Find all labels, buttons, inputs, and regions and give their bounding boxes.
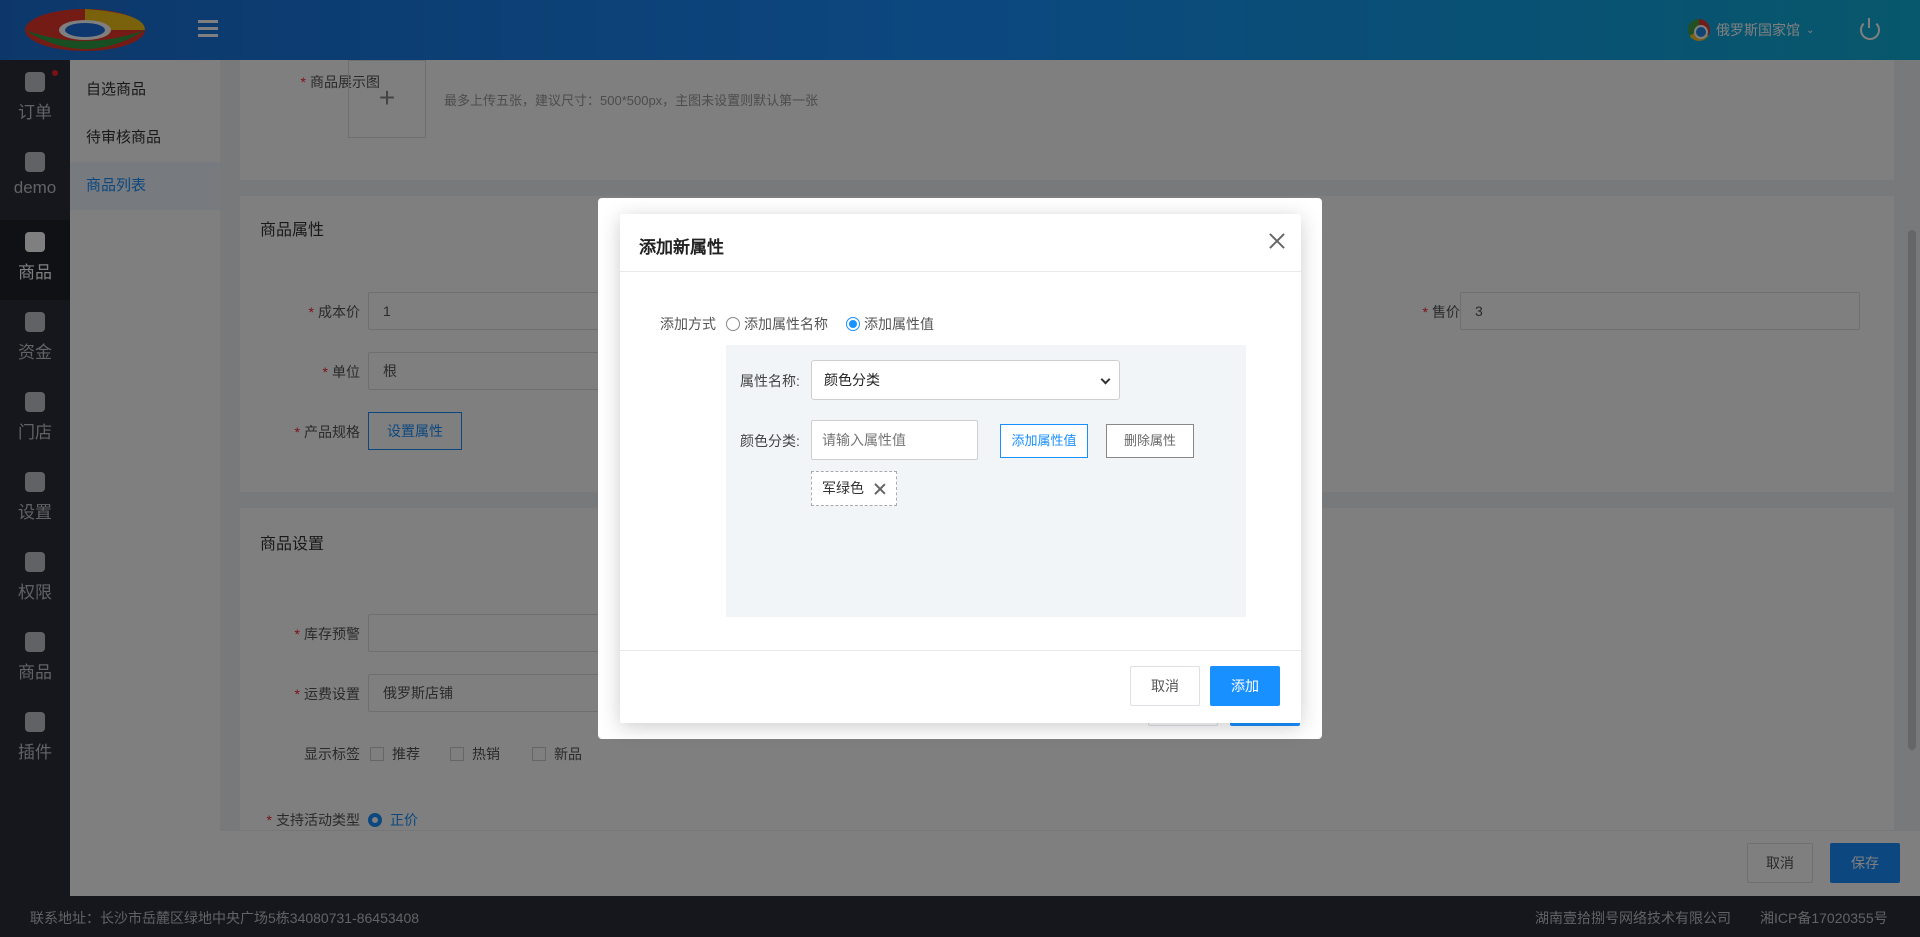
attribute-value-tag: 军绿色 [811,471,897,506]
delete-attribute-button[interactable]: 删除属性 [1106,424,1194,458]
dialog-add-button[interactable]: 添加 [1210,666,1280,706]
chevron-down-icon [1100,374,1111,385]
dialog-cancel-button[interactable]: 取消 [1130,666,1200,706]
attribute-value-input[interactable] [811,420,978,460]
add-attribute-value-button[interactable]: 添加属性值 [1000,424,1088,458]
add-mode-row: 添加方式 添加属性名称 添加属性值 [660,314,952,334]
attribute-value-panel: 属性名称: 颜色分类 颜色分类: 添加属性值 删除属性 军绿色 [726,345,1246,617]
add-attribute-dialog: 添加新属性 添加方式 添加属性名称 添加属性值 属性名称: 颜色分类 颜色分类:… [620,214,1301,723]
radio-add-attribute-value[interactable]: 添加属性值 [846,314,934,334]
dialog-header: 添加新属性 [620,214,1301,272]
attribute-name-select[interactable]: 颜色分类 [811,360,1120,400]
remove-tag-icon[interactable] [874,483,886,495]
attribute-value-label: 颜色分类: [740,433,800,449]
close-icon[interactable] [1267,231,1287,251]
radio-add-attribute-name[interactable]: 添加属性名称 [726,314,828,334]
dialog-title: 添加新属性 [639,238,724,257]
add-mode-label: 添加方式 [660,316,716,332]
attribute-name-label: 属性名称: [740,373,800,389]
dialog-footer: 取消 添加 [620,650,1301,723]
